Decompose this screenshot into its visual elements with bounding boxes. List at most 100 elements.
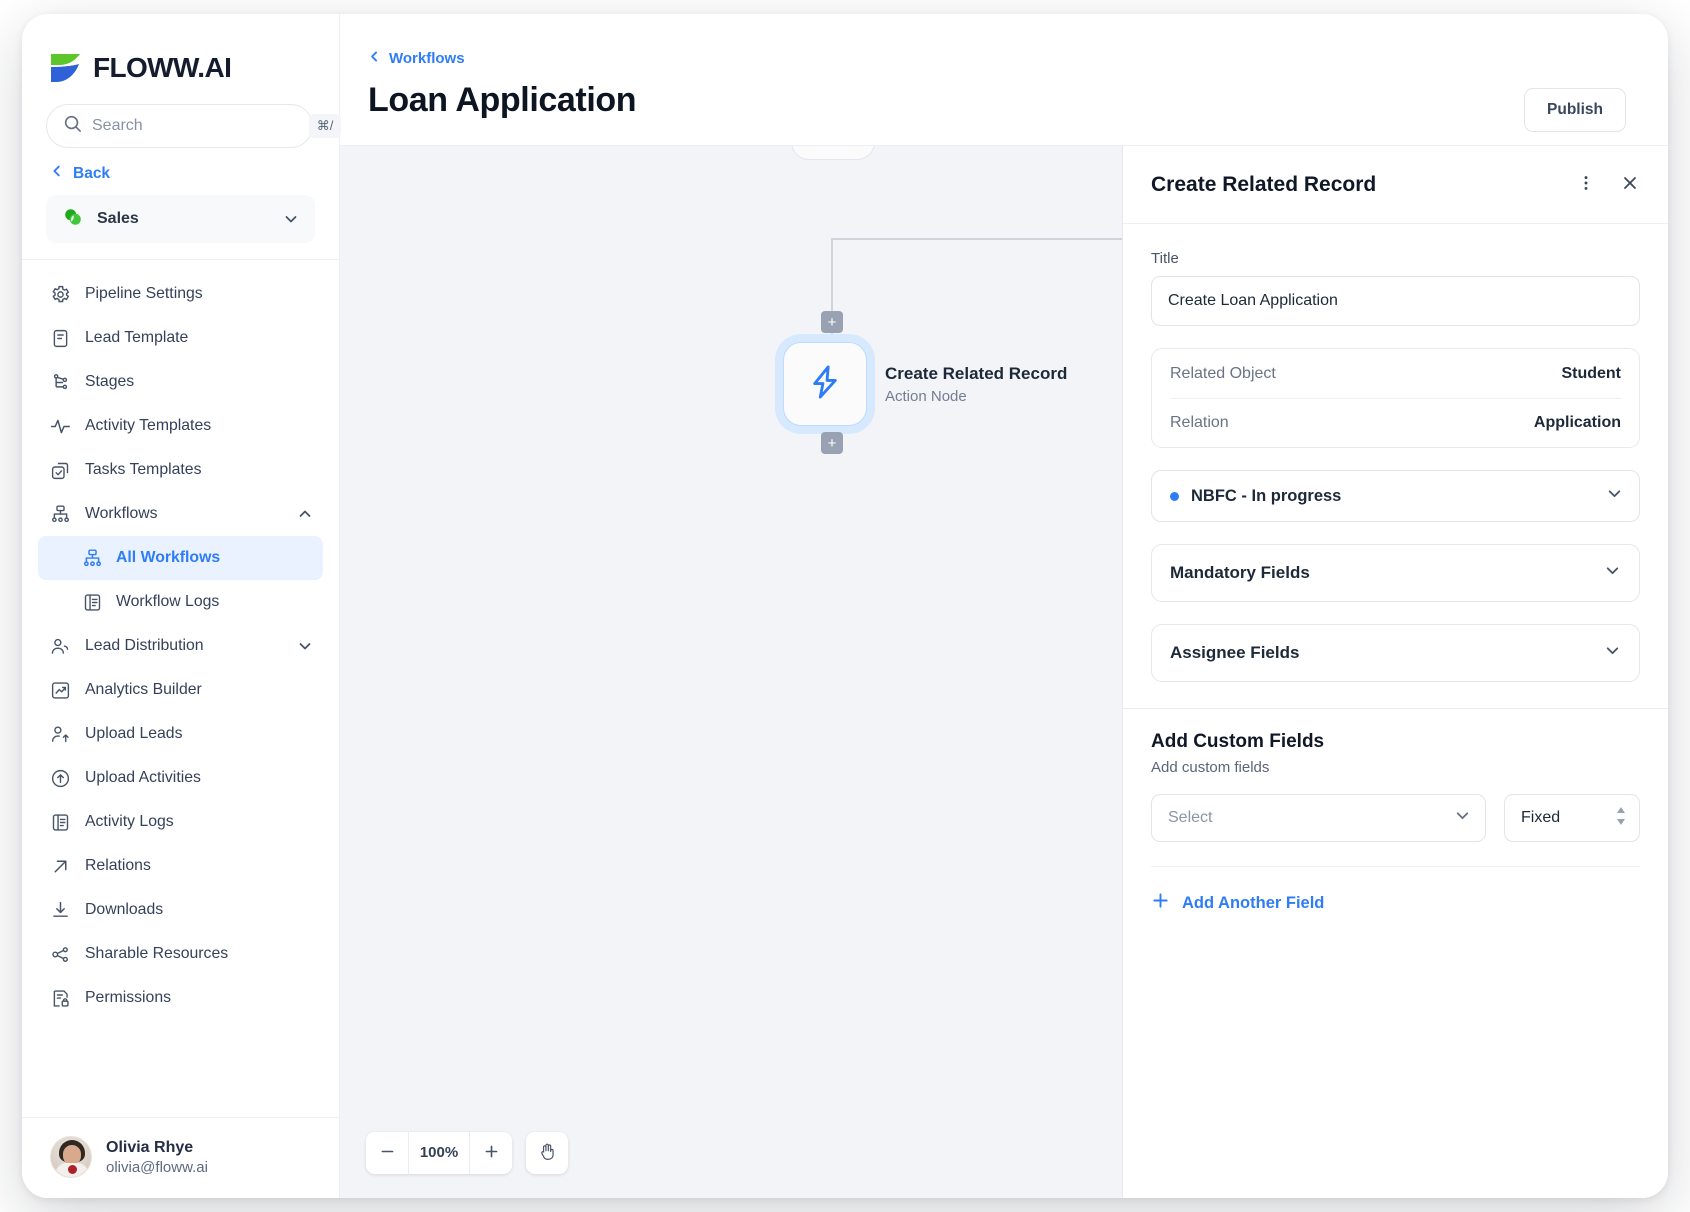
lightning-bolt-icon xyxy=(806,363,844,406)
status-select[interactable]: NBFC - In progress xyxy=(1151,470,1640,522)
accordion-label: Mandatory Fields xyxy=(1170,563,1310,583)
node-subtitle: Action Node xyxy=(885,388,1067,405)
chevron-left-icon xyxy=(368,50,381,67)
sidebar-item-upload-activities[interactable]: Upload Activities xyxy=(38,756,323,800)
chevron-up-icon[interactable] xyxy=(297,506,313,522)
zoom-group: 100% xyxy=(366,1132,512,1174)
custom-field-placeholder: Select xyxy=(1168,809,1212,827)
sidebar-item-all-workflows[interactable]: All Workflows xyxy=(38,536,323,580)
sidebar-item-pipeline-settings[interactable]: Pipeline Settings xyxy=(38,272,323,316)
chevron-down-icon[interactable] xyxy=(1604,562,1621,584)
custom-field-type-stepper[interactable]: Fixed xyxy=(1504,794,1640,842)
sidebar-item-lead-template[interactable]: Lead Template xyxy=(38,316,323,360)
search-icon xyxy=(63,114,82,138)
hand-pan-icon xyxy=(538,1142,557,1164)
sidebar-item-workflow-logs[interactable]: Workflow Logs xyxy=(38,580,323,624)
gear-icon xyxy=(50,284,71,305)
sidebar-item-workflows[interactable]: Workflows xyxy=(38,492,323,536)
sidebar-item-label: Lead Template xyxy=(85,329,313,347)
sidebar: FLOWW.AI ⌘/ Back xyxy=(22,14,340,1198)
workspace-selector[interactable]: Sales xyxy=(46,195,315,243)
custom-fields-title: Add Custom Fields xyxy=(1151,731,1640,753)
info-key: Relation xyxy=(1170,414,1229,432)
chevron-down-icon[interactable] xyxy=(297,638,313,654)
back-button[interactable]: Back xyxy=(22,148,339,183)
page-header: Workflows Loan Application Publish xyxy=(340,14,1668,146)
avatar xyxy=(50,1136,92,1178)
info-row-related-object: Related Object Student xyxy=(1170,349,1621,398)
close-icon xyxy=(1620,173,1640,196)
sidebar-item-tasks-templates[interactable]: Tasks Templates xyxy=(38,448,323,492)
add-node-button[interactable]: + xyxy=(821,432,843,454)
search-input[interactable] xyxy=(92,117,299,135)
title-input[interactable] xyxy=(1151,276,1640,326)
node-icon-box[interactable] xyxy=(791,146,875,160)
panel-header: Create Related Record xyxy=(1123,146,1668,224)
sidebar-item-upload-leads[interactable]: Upload Leads xyxy=(38,712,323,756)
assignee-fields-accordion[interactable]: Assignee Fields xyxy=(1151,624,1640,682)
sidebar-item-sharable-resources[interactable]: Sharable Resources xyxy=(38,932,323,976)
sidebar-item-relations[interactable]: Relations xyxy=(38,844,323,888)
connector-lines xyxy=(340,146,1122,1198)
brand-logo[interactable]: FLOWW.AI xyxy=(22,14,339,94)
sales-circles-icon xyxy=(62,206,84,233)
pan-tool-button[interactable] xyxy=(526,1132,568,1174)
node-icon-box[interactable] xyxy=(783,342,867,426)
chevron-down-icon[interactable] xyxy=(1604,642,1621,664)
sidebar-item-activity-templates[interactable]: Activity Templates xyxy=(38,404,323,448)
workflow-hierarchy-icon xyxy=(50,504,71,525)
workflow-node-trigger[interactable]: Lead Stage Updated Trigger Node xyxy=(791,146,1056,160)
arrow-up-right-icon xyxy=(50,856,71,877)
info-value: Student xyxy=(1561,365,1621,383)
user-email: olivia@floww.ai xyxy=(106,1159,208,1176)
back-label: Back xyxy=(73,165,110,183)
brand-name: FLOWW.AI xyxy=(93,52,231,84)
title-field-label: Title xyxy=(1151,250,1640,267)
sidebar-item-lead-distribution[interactable]: Lead Distribution xyxy=(38,624,323,668)
zoom-in-button[interactable] xyxy=(470,1132,512,1174)
chevron-down-icon[interactable] xyxy=(283,211,299,227)
panel-close-button[interactable] xyxy=(1614,169,1646,201)
sidebar-item-label: Lead Distribution xyxy=(85,637,283,655)
sidebar-item-label: Sharable Resources xyxy=(85,945,313,963)
sidebar-item-label: Analytics Builder xyxy=(85,681,313,699)
sidebar-item-label: Pipeline Settings xyxy=(85,285,313,303)
breadcrumb-label: Workflows xyxy=(389,50,465,67)
add-node-button[interactable]: + xyxy=(821,311,843,333)
search-container: ⌘/ xyxy=(22,94,339,148)
users-group-icon xyxy=(50,636,71,657)
search-box[interactable]: ⌘/ xyxy=(46,104,313,148)
sidebar-item-downloads[interactable]: Downloads xyxy=(38,888,323,932)
kebab-menu-icon xyxy=(1577,174,1595,195)
document-lines-icon xyxy=(50,328,71,349)
panel-menu-button[interactable] xyxy=(1570,169,1602,201)
sidebar-item-activity-logs[interactable]: Activity Logs xyxy=(38,800,323,844)
sidebar-item-analytics-builder[interactable]: Analytics Builder xyxy=(38,668,323,712)
zoom-out-button[interactable] xyxy=(366,1132,408,1174)
logs-book-icon xyxy=(50,812,71,833)
sidebar-item-label: Permissions xyxy=(85,989,313,1007)
stages-tree-icon xyxy=(50,372,71,393)
sidebar-item-permissions[interactable]: Permissions xyxy=(38,976,323,1020)
sidebar-item-stages[interactable]: Stages xyxy=(38,360,323,404)
mandatory-fields-accordion[interactable]: Mandatory Fields xyxy=(1151,544,1640,602)
sidebar-item-label: Upload Leads xyxy=(85,725,313,743)
workflow-node-create-related-record[interactable]: Create Related Record Action Node xyxy=(783,342,1067,426)
workspace-label: Sales xyxy=(97,210,270,228)
app-window: FLOWW.AI ⌘/ Back xyxy=(22,14,1668,1198)
main-area: Workflows Loan Application Publish xyxy=(340,14,1668,1198)
breadcrumb[interactable]: Workflows xyxy=(368,50,465,67)
status-dot-icon xyxy=(1170,492,1179,501)
accordion-label: Assignee Fields xyxy=(1170,643,1299,663)
workflow-canvas[interactable]: Lead Stage Updated Trigger Node + xyxy=(340,146,1122,1198)
user-profile[interactable]: Olivia Rhye olivia@floww.ai xyxy=(22,1118,339,1198)
custom-fields-section: Add Custom Fields Add custom fields Sele… xyxy=(1123,709,1668,915)
sidebar-item-label: Upload Activities xyxy=(85,769,313,787)
add-another-field-button[interactable]: Add Another Field xyxy=(1151,891,1324,915)
search-shortcut-badge: ⌘/ xyxy=(309,114,341,138)
stepper-updown-icon[interactable] xyxy=(1615,805,1627,832)
chevron-down-icon[interactable] xyxy=(1454,807,1471,829)
publish-button[interactable]: Publish xyxy=(1524,88,1626,132)
chevron-down-icon[interactable] xyxy=(1606,485,1623,507)
custom-field-select[interactable]: Select xyxy=(1151,794,1486,842)
